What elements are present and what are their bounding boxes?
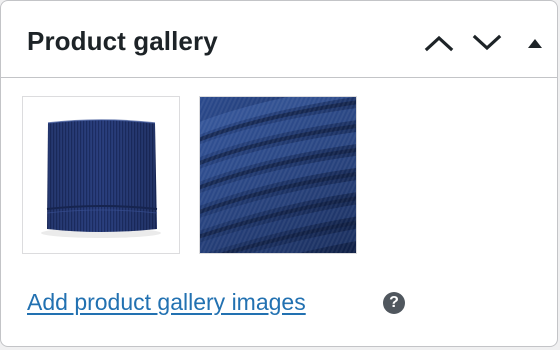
panel-content: Add product gallery images ? [1, 78, 557, 346]
gallery-image-2[interactable] [199, 96, 357, 254]
move-down-button[interactable] [469, 25, 505, 61]
move-up-button[interactable] [421, 25, 457, 61]
panel-title: Product gallery [27, 26, 218, 56]
triangle-up-icon [528, 39, 542, 48]
scarf-image [23, 97, 179, 253]
gallery-image-1[interactable] [22, 96, 180, 254]
panel-header: Product gallery [1, 1, 557, 78]
toggle-panel-button[interactable] [517, 25, 553, 61]
knit-texture-image [200, 97, 356, 253]
help-icon[interactable]: ? [383, 292, 405, 314]
add-gallery-images-link[interactable]: Add product gallery images [27, 287, 306, 317]
chevron-down-icon [472, 34, 502, 51]
chevron-up-icon [424, 35, 454, 52]
product-gallery-panel: Product gallery Add product gallery imag… [0, 0, 558, 347]
